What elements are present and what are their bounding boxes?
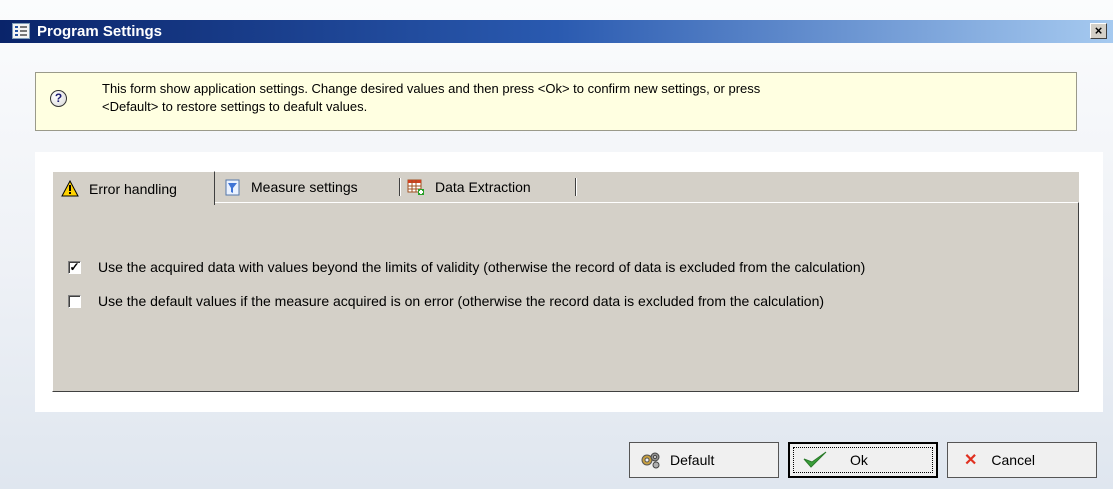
option-use-default-values[interactable]: Use the default values if the measure ac… bbox=[68, 293, 824, 309]
info-text-line-1: This form show application settings. Cha… bbox=[102, 81, 761, 96]
tab-label: Data Extraction bbox=[435, 179, 531, 195]
cancel-x-icon: ✕ bbox=[964, 452, 978, 469]
ok-button-label: Ok bbox=[850, 452, 868, 468]
use-acquired-data-checkbox[interactable]: ✓ bbox=[68, 260, 81, 274]
table-add-icon bbox=[407, 179, 424, 195]
tab-error-handling[interactable]: Error handling bbox=[52, 171, 215, 205]
default-button-label: Default bbox=[670, 452, 715, 468]
measure-icon bbox=[225, 179, 240, 195]
tab-separator bbox=[399, 178, 400, 196]
help-icon: ? bbox=[50, 90, 67, 107]
program-settings-window: Program Settings × ? This form show appl… bbox=[0, 0, 1113, 489]
title-bar[interactable]: Program Settings × bbox=[0, 20, 1113, 43]
warning-icon bbox=[61, 180, 79, 197]
settings-list-icon bbox=[12, 23, 30, 39]
option-label: Use the acquired data with values beyond… bbox=[98, 259, 866, 275]
checkmark-icon bbox=[803, 451, 827, 468]
gears-icon bbox=[641, 452, 660, 469]
tab-label: Error handling bbox=[89, 180, 177, 197]
settings-tab-control: Error handling Measure settings Data Ext… bbox=[35, 152, 1103, 412]
cancel-button[interactable]: ✕ Cancel bbox=[947, 442, 1097, 478]
info-panel: ? This form show application settings. C… bbox=[35, 72, 1077, 131]
tab-strip: Error handling Measure settings Data Ext… bbox=[52, 171, 1079, 205]
use-default-values-checkbox[interactable] bbox=[68, 294, 81, 308]
close-button[interactable]: × bbox=[1090, 23, 1107, 39]
window-title: Program Settings bbox=[37, 23, 163, 40]
default-button[interactable]: Default bbox=[629, 442, 779, 478]
tab-data-extraction[interactable]: Data Extraction bbox=[401, 172, 576, 202]
info-text: This form show application settings. Cha… bbox=[102, 80, 1062, 116]
tab-separator bbox=[575, 178, 576, 196]
option-label: Use the default values if the measure ac… bbox=[98, 293, 825, 309]
option-use-acquired-data[interactable]: ✓ Use the acquired data with values beyo… bbox=[68, 259, 865, 275]
error-handling-page: ✓ Use the acquired data with values beyo… bbox=[52, 202, 1079, 392]
tab-label: Measure settings bbox=[251, 179, 358, 195]
ok-button[interactable]: Ok bbox=[788, 442, 938, 478]
info-text-line-2: <Default> to restore settings to deafult… bbox=[102, 99, 368, 114]
tab-measure-settings[interactable]: Measure settings bbox=[219, 172, 400, 202]
cancel-button-label: Cancel bbox=[991, 452, 1035, 468]
